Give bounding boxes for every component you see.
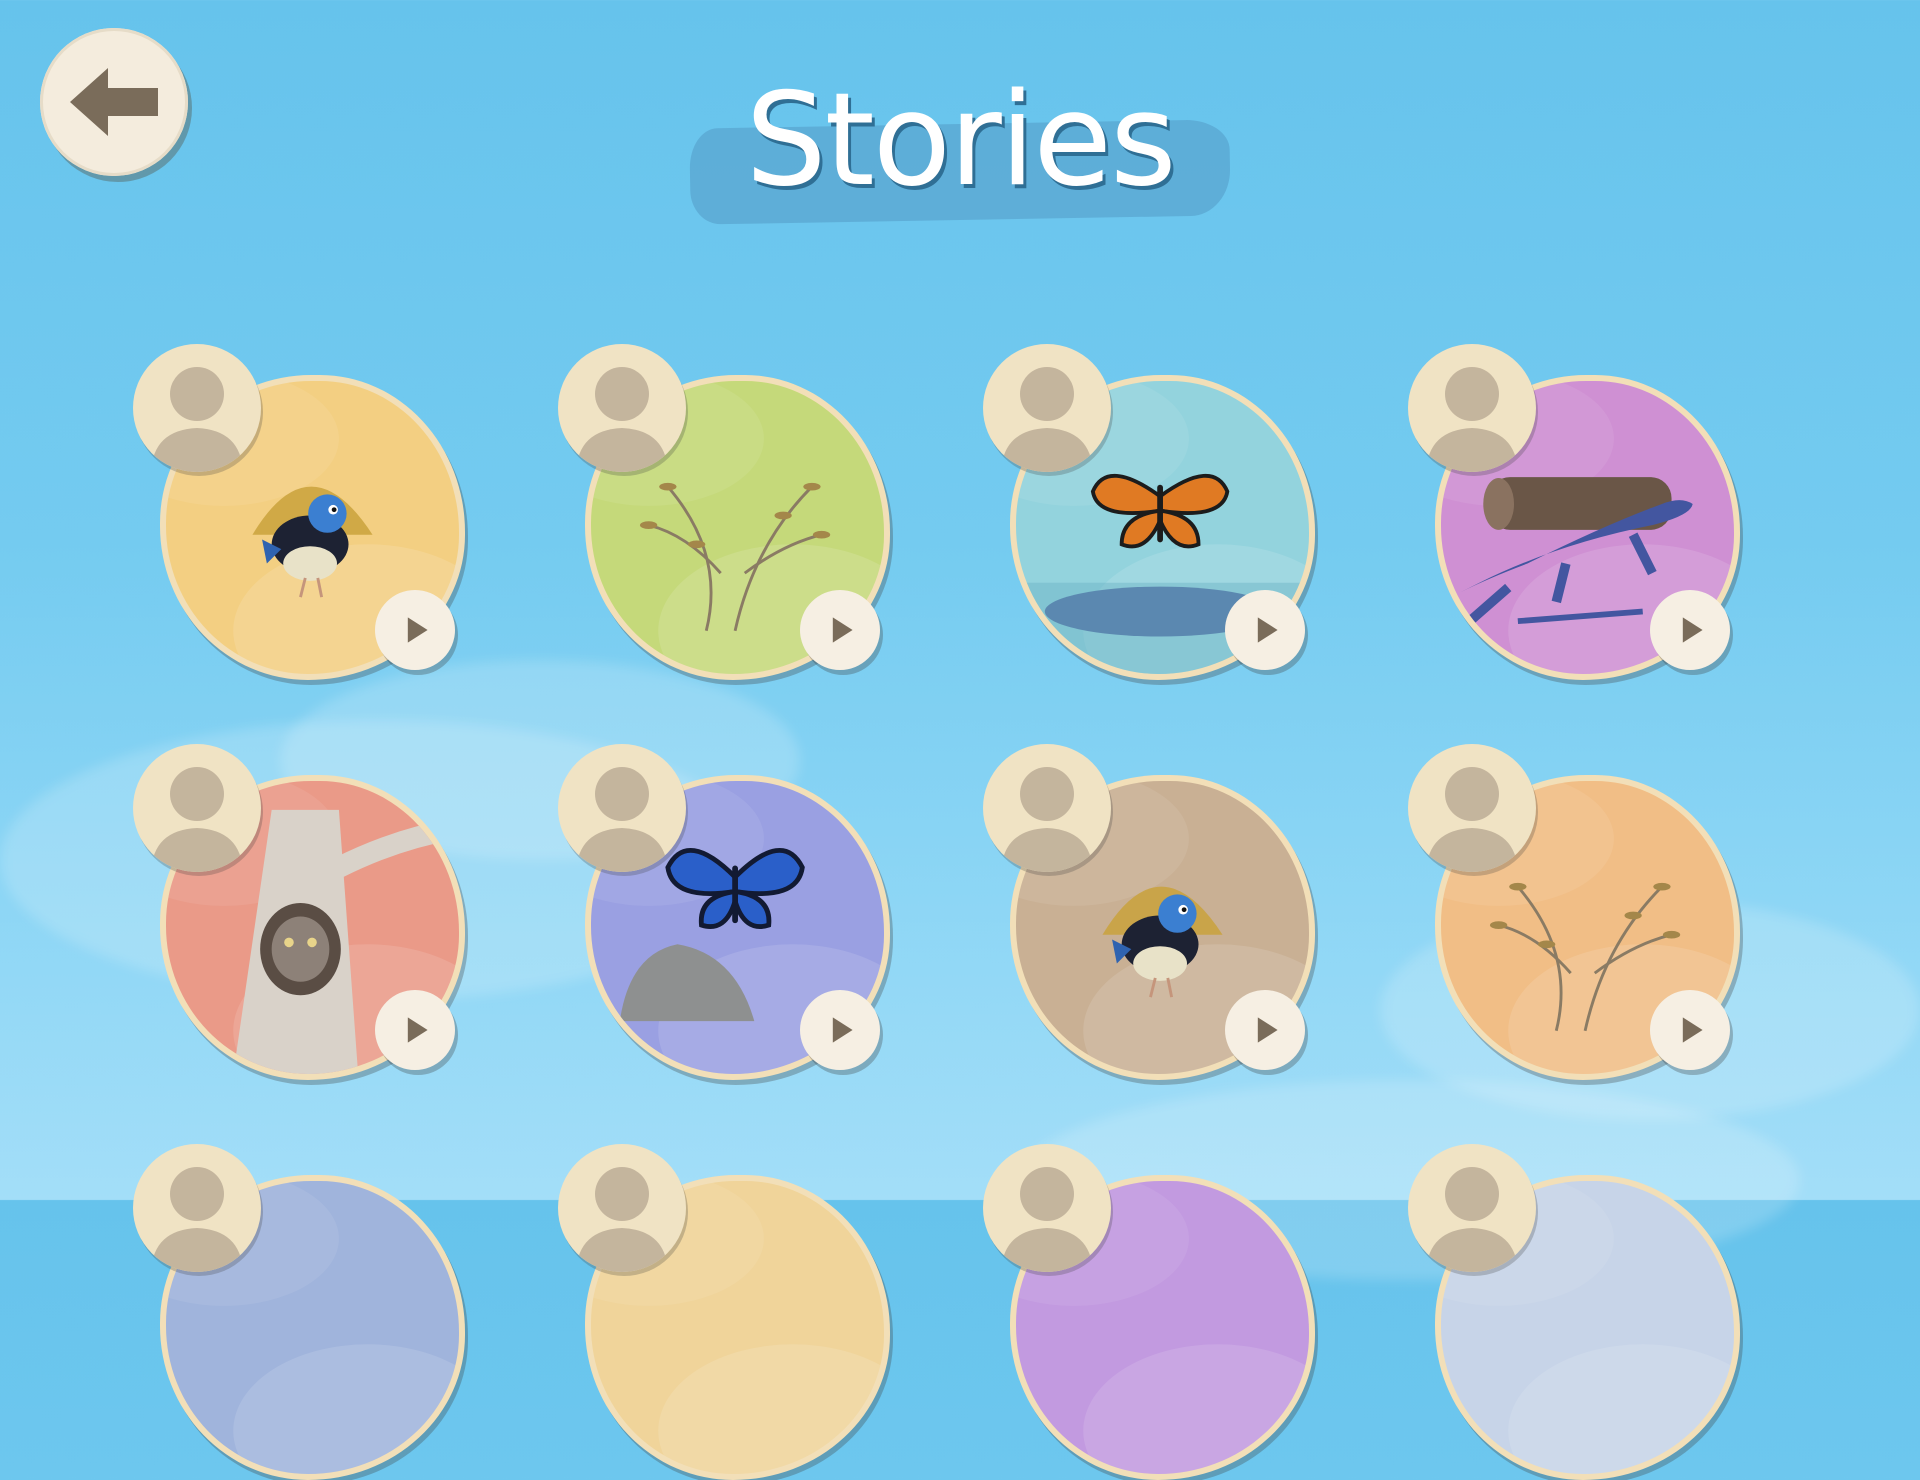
avatar[interactable] [558,744,686,872]
play-icon [407,1017,428,1043]
play-button[interactable] [375,590,455,670]
story-butterfly-pond[interactable] [983,344,1315,680]
avatar[interactable] [983,1144,1111,1272]
user-placeholder-icon [1001,367,1093,472]
play-icon [1257,1017,1278,1043]
avatar[interactable] [983,744,1111,872]
avatar[interactable] [558,1144,686,1272]
page-title: Stories [745,65,1176,215]
avatar[interactable] [1408,344,1536,472]
play-icon [1682,617,1703,643]
user-placeholder-icon [151,367,243,472]
user-placeholder-icon [576,767,668,872]
play-button[interactable] [1650,990,1730,1070]
play-icon [832,617,853,643]
avatar[interactable] [133,1144,261,1272]
user-placeholder-icon [1001,1167,1093,1272]
story-fairy-wren-yellow[interactable] [133,344,465,680]
user-placeholder-icon [1001,767,1093,872]
avatar[interactable] [133,744,261,872]
user-placeholder-icon [1426,767,1518,872]
story-frogmouth-tree[interactable] [133,744,465,1080]
play-icon [832,1017,853,1043]
user-placeholder-icon [151,767,243,872]
avatar[interactable] [1408,1144,1536,1272]
play-button[interactable] [1225,590,1305,670]
story-blue-butterfly[interactable] [558,744,890,1080]
avatar[interactable] [1408,744,1536,872]
page-header: Stories [689,60,1231,230]
play-button[interactable] [800,990,880,1070]
play-button[interactable] [375,990,455,1070]
story-lizard-log[interactable] [1408,344,1740,680]
user-placeholder-icon [1426,1167,1518,1272]
story-grass-green[interactable] [558,344,890,680]
play-button[interactable] [1225,990,1305,1070]
user-placeholder-icon [576,367,668,472]
avatar[interactable] [983,344,1111,472]
arrow-left-icon [70,68,158,136]
play-icon [1682,1017,1703,1043]
avatar[interactable] [558,344,686,472]
user-placeholder-icon [576,1167,668,1272]
story-fairy-wren-brown[interactable] [983,744,1315,1080]
avatar[interactable] [133,344,261,472]
user-placeholder-icon [1426,367,1518,472]
user-placeholder-icon [151,1167,243,1272]
back-button[interactable] [40,28,188,176]
play-icon [407,617,428,643]
play-button[interactable] [800,590,880,670]
play-button[interactable] [1650,590,1730,670]
play-icon [1257,617,1278,643]
story-grass-orange[interactable] [1408,744,1740,1080]
